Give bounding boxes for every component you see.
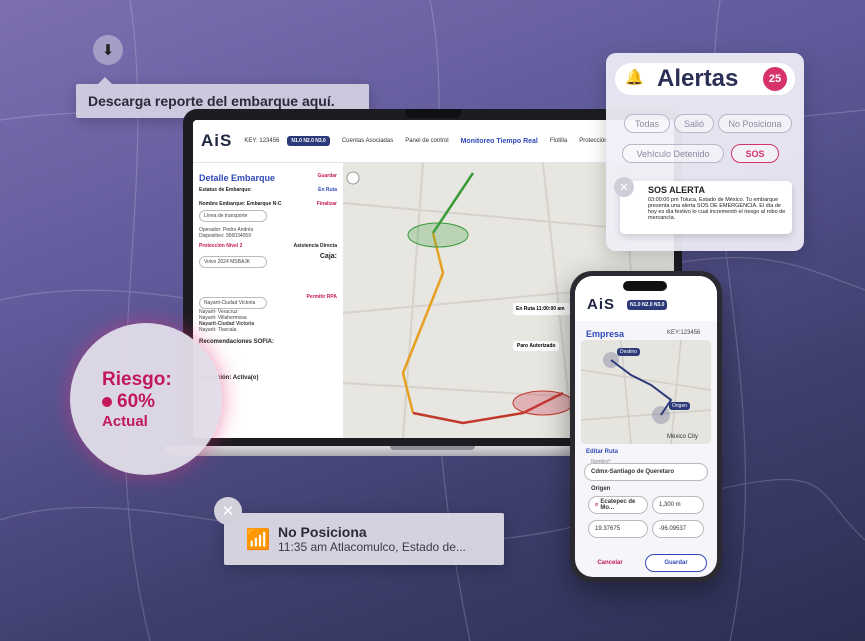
laptop-notch [405,109,461,118]
origin-label: Origen [591,486,611,492]
city-label: México City [667,434,699,440]
phone-map[interactable]: Destino Origen México City [581,340,711,444]
sos-alert-card[interactable]: SOS ALERTA 03:00:00 pm Toluca, Estado de… [620,181,792,234]
vehicle-select[interactable]: Volvo 2024 MSBAJK [199,256,267,268]
alerts-title: Alertas [657,65,739,92]
protection-level: Protección Nivel 2 [199,243,243,249]
panel-title: Detalle Embarque [199,173,276,183]
alerts-panel: 🔔 Alertas 25 Todas Salió No Posiciona Ve… [606,53,804,251]
status-label: Estatus de Embarque: [199,187,252,193]
dynamic-island [623,281,667,291]
phone-screen: AiS N1.0 N2.0 N3.0 Empresa KEY:123456 De… [575,276,717,577]
phone-level-badge: N1.0 N2.0 N3.0 [627,300,668,310]
route-name-input[interactable]: Cdmx-Santiago de Queretaro [584,463,708,481]
nav-panel[interactable]: Panel de control [405,138,448,144]
filter-salio[interactable]: Salió [674,114,714,133]
filter-no-posiciona[interactable]: No Posiciona [718,114,792,133]
finish-button[interactable]: Finalizar [317,201,337,207]
level-badge: N1.0 N2.0 N3.0 [287,136,330,146]
no-posiciona-toast: 📶 No Posiciona 11:35 am Atlacomulco, Est… [224,513,504,565]
nav-flotilla[interactable]: Flotilla [550,138,567,144]
company-label: Empresa [586,329,625,339]
search-icon: ⌕ [595,501,599,508]
latitude-input[interactable]: 19.37675 [588,520,648,538]
back-icon[interactable] [346,171,360,185]
destino-label: Destino [617,348,640,356]
laptop-hinge [390,446,475,450]
phone-key: KEY:123456 [667,330,701,336]
alerts-header: 🔔 Alertas 25 [615,63,795,95]
nav-proteccion[interactable]: Protección [579,138,607,144]
phone-map-svg [581,340,711,444]
map-stop-card: Paro Autorizado [513,341,560,351]
toast-subtitle: 11:35 am Atlacomulco, Estado de... [278,540,466,554]
distance-input[interactable]: 1,300 m [652,496,704,514]
risk-label: Riesgo: [102,368,172,390]
sos-text: 03:00:00 pm Toluca, Estado de México. Tu… [648,197,786,221]
transport-select[interactable]: Línea de transporte [199,210,267,222]
filter-vehiculo-detenido[interactable]: Vehículo Detenido [622,144,724,163]
origin-input[interactable]: ⌕ Ecatepec de Mo... [588,496,648,514]
origin-value: Ecatepec de Mo... [600,499,636,511]
box-label: Caja: [319,253,337,260]
phone-logo: AiS [587,296,616,313]
zone-green [407,222,469,248]
download-button[interactable]: ⬇ [93,35,123,65]
recommendations-label: Recomendaciones SOFIA: [199,339,275,345]
bell-icon: 🔔 [625,69,644,86]
edit-route-label: Editar Ruta [586,449,619,455]
close-icon[interactable]: ✕ [614,177,634,197]
nav-cuentas[interactable]: Cuentas Asociadas [342,138,393,144]
wifi-off-icon: 📶 [245,528,271,551]
status-value: En Ruta [318,187,337,193]
risk-sub: Actual [102,412,148,430]
origen-label: Origen [669,402,691,410]
app-header: AiS KEY: 123456 N1.0 N2.0 N3.0 Cuentas A… [193,120,674,163]
shipment-name: Nombre Embarque: Embarque N-C [199,201,282,207]
device-text: Dispositivo: 956034059 [199,233,251,239]
longitude-input[interactable]: -96.09537 [652,520,704,538]
route-option[interactable]: Nayarit- Tlaxcala [199,327,337,333]
risk-value: 60% [117,390,156,412]
toast-title: No Posiciona [278,524,367,540]
route-select[interactable]: Nayarit-Ciudad Victoria [199,297,267,309]
assistance-label: Asistencia Directa [293,243,337,249]
cancel-button[interactable]: Cancelar [585,554,635,572]
close-icon[interactable]: ✕ [214,497,242,525]
risk-indicator: Riesgo: 60% Actual [70,323,222,475]
key-label: KEY: 123456 [244,138,280,144]
save-button[interactable]: Guardar [645,554,707,572]
zone-red [512,390,574,416]
download-icon: ⬇ [101,42,115,59]
save-link[interactable]: Guardar [318,173,337,183]
alerts-count: 25 [763,67,787,91]
map-info-route: En Ruta 11:00:00 am [516,306,565,312]
sos-title: SOS ALERTA [648,185,706,195]
filter-todas[interactable]: Todas [624,114,670,133]
nav-monitoreo[interactable]: Monitoreo Tiempo Real [461,138,538,145]
filter-sos[interactable]: SOS [731,144,779,163]
rpa-toggle[interactable]: Permitir RPA [307,294,337,309]
risk-dot [102,396,112,407]
app-logo: AiS [201,131,233,150]
